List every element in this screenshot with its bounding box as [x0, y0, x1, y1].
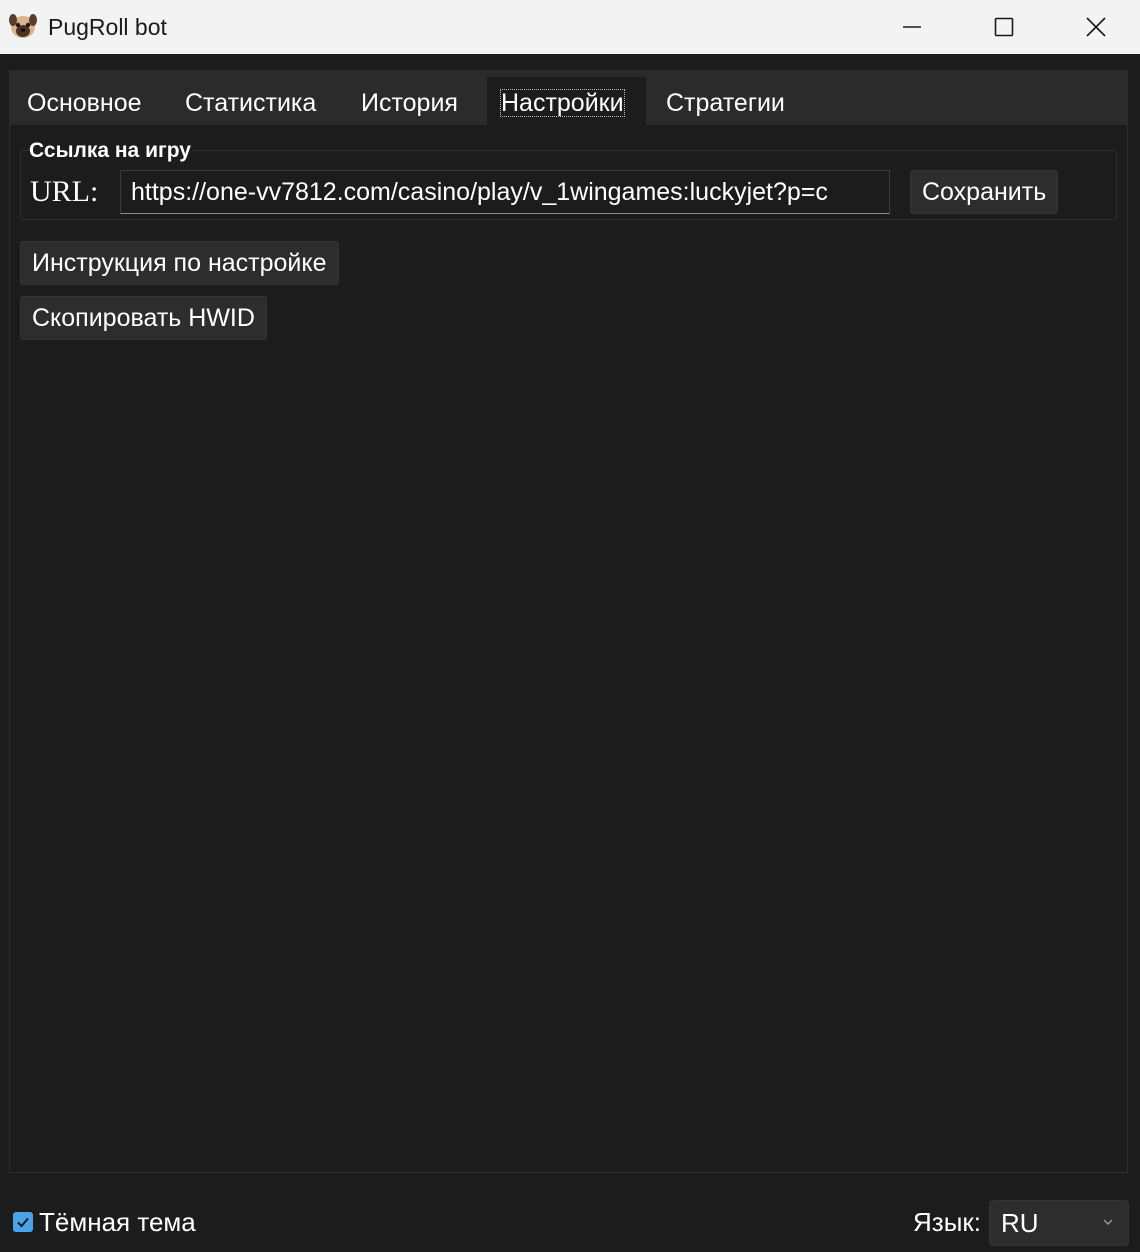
- setup-instructions-button[interactable]: Инструкция по настройке: [20, 241, 339, 285]
- tab-history[interactable]: История: [361, 77, 458, 125]
- tab-strategies[interactable]: Стратегии: [666, 77, 785, 125]
- tab-statistics[interactable]: Статистика: [185, 77, 316, 125]
- save-button[interactable]: Сохранить: [910, 170, 1059, 214]
- tab-label: Статистика: [185, 89, 317, 117]
- checkmark-icon: [17, 1217, 29, 1228]
- close-icon: [1086, 17, 1106, 37]
- tab-label: Основное: [27, 89, 142, 117]
- minimize-button[interactable]: [866, 0, 958, 54]
- maximize-icon: [994, 17, 1014, 37]
- minimize-icon: [903, 26, 921, 28]
- tab-bar: Основное Статистика История Настройки Ст…: [9, 70, 1128, 125]
- language-select[interactable]: RU: [989, 1200, 1129, 1246]
- maximize-button[interactable]: [958, 0, 1050, 54]
- dark-theme-checkbox[interactable]: [13, 1212, 33, 1232]
- close-button[interactable]: [1050, 0, 1140, 54]
- game-link-group-title: Ссылка на игру: [28, 138, 192, 164]
- language-value: RU: [1001, 1208, 1039, 1238]
- url-input[interactable]: [120, 170, 890, 214]
- tab-label: Стратегии: [666, 89, 785, 117]
- pug-face-icon: [9, 14, 37, 38]
- copy-hwid-button[interactable]: Скопировать HWID: [20, 296, 267, 340]
- window-title: PugRoll bot: [48, 14, 167, 40]
- tab-main[interactable]: Основное: [27, 77, 142, 125]
- chevron-down-icon: [1103, 1219, 1113, 1225]
- tab-label: История: [361, 89, 458, 117]
- language-label: Язык:: [913, 1207, 981, 1237]
- tab-label: Настройки: [500, 89, 625, 117]
- dark-theme-label[interactable]: Тёмная тема: [39, 1206, 196, 1238]
- url-label: URL:: [30, 175, 99, 208]
- title-bar[interactable]: PugRoll bot: [0, 0, 1140, 54]
- tab-settings[interactable]: Настройки: [487, 77, 646, 125]
